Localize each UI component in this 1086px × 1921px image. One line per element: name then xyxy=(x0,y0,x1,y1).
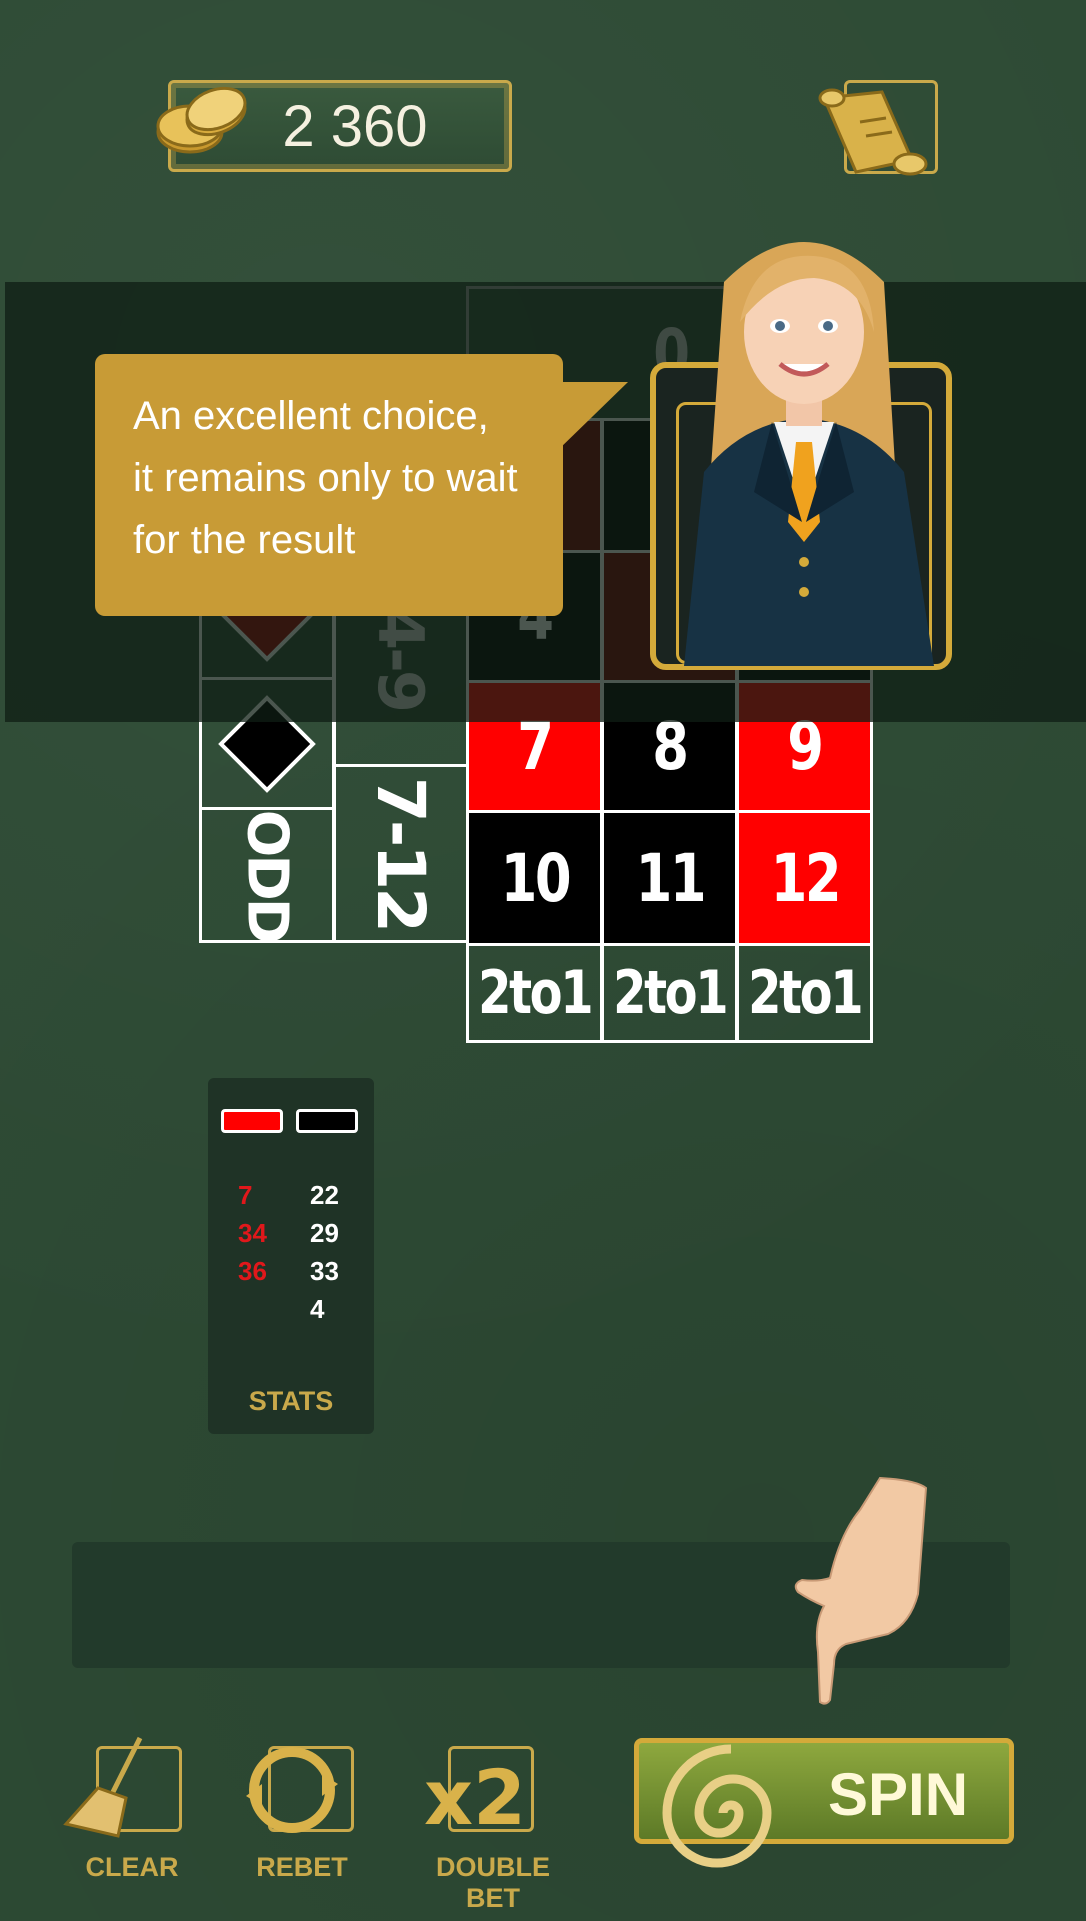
column-bet-label: 2to1 xyxy=(747,958,864,1028)
dealer-message: An excellent choice, it remains only to … xyxy=(133,385,553,571)
stats-black-number: 29 xyxy=(310,1218,339,1248)
number-label: 10 xyxy=(500,839,571,917)
gold-coins-icon xyxy=(150,82,260,162)
bet-range-7-12[interactable]: 7-12 xyxy=(333,764,469,943)
stats-black-swatch xyxy=(296,1109,358,1133)
column-bet-label: 2to1 xyxy=(612,958,729,1028)
column-bet-label: 2to1 xyxy=(477,958,594,1028)
stats-red-swatch xyxy=(221,1109,283,1133)
bet-number-12[interactable]: 12 xyxy=(736,810,873,946)
bet-column-2to1[interactable]: 2to1 xyxy=(466,943,603,1043)
spin-label: SPIN xyxy=(828,1761,969,1828)
stats-black-number: 22 xyxy=(310,1180,339,1210)
rebet-label: REBET xyxy=(256,1852,348,1882)
number-label: 11 xyxy=(635,839,706,917)
range-7-12-label: 7-12 xyxy=(362,776,440,931)
clear-label: CLEAR xyxy=(85,1852,179,1882)
double-bet-label: DOUBLE BET xyxy=(436,1852,550,1913)
bet-column-2to1[interactable]: 2to1 xyxy=(736,943,873,1043)
dealer-message-line: it remains only to wait xyxy=(133,456,518,500)
scroll-icon xyxy=(812,86,932,186)
dealer-message-line: An excellent choice, xyxy=(133,394,489,438)
stats-black-number: 33 xyxy=(310,1256,339,1286)
broom-icon xyxy=(63,1736,143,1838)
bet-odd[interactable]: ODD xyxy=(199,807,335,943)
pointing-hand-icon xyxy=(790,1474,938,1710)
bet-column-2to1[interactable]: 2to1 xyxy=(601,943,738,1043)
bet-number-11[interactable]: 11 xyxy=(601,810,738,946)
stats-black-number: 4 xyxy=(310,1294,325,1324)
stats-red-number: 36 xyxy=(238,1256,267,1286)
bet-number-10[interactable]: 10 xyxy=(466,810,603,946)
dealer-avatar xyxy=(684,242,934,666)
dealer-message-line: for the result xyxy=(133,518,356,562)
stats-red-number: 7 xyxy=(238,1180,253,1210)
stats-label: STATS xyxy=(248,1386,334,1416)
number-label: 12 xyxy=(770,839,841,917)
double-x2-icon: x2 xyxy=(424,1753,526,1842)
speech-bubble-tail xyxy=(556,382,628,452)
odd-label: ODD xyxy=(234,809,300,941)
spin-swirl-icon xyxy=(662,1744,772,1868)
stats-red-number: 34 xyxy=(238,1218,267,1248)
rebet-arrows-icon xyxy=(246,1747,338,1833)
